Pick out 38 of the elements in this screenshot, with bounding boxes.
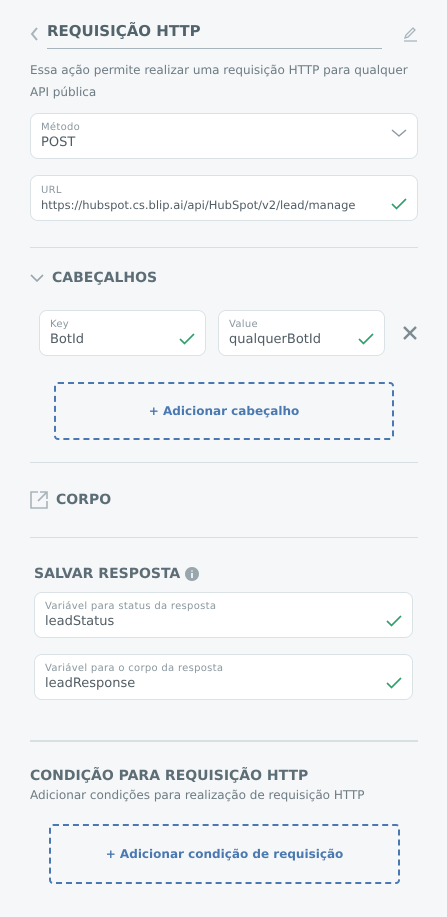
check-icon: [179, 333, 195, 345]
section-title: CABEÇALHOS: [52, 270, 158, 286]
check-icon: [386, 677, 402, 689]
key-field[interactable]: Key BotId: [39, 310, 206, 356]
check-icon: [391, 198, 407, 210]
check-icon: [358, 333, 374, 345]
section-title: CORPO: [56, 492, 112, 508]
field-value: https://hubspot.cs.blip.ai/api/HubSpot/v2/lead/manage: [41, 198, 356, 212]
condition-description: Adicionar condições para realização de requisição HTTP: [30, 787, 366, 804]
field-value: BotId: [50, 332, 86, 347]
info-icon[interactable]: [185, 567, 200, 581]
add-condition-button[interactable]: + Adicionar condição de requisição: [49, 824, 400, 884]
field-label: Key: [50, 319, 70, 330]
pencil-icon[interactable]: [402, 26, 418, 42]
action-title[interactable]: REQUISIÇÃO HTTP: [47, 18, 382, 49]
field-value: leadResponse: [45, 676, 136, 691]
field-label: Variável para o corpo da resposta: [45, 663, 224, 674]
description-text: Essa ação permite realizar uma requisição HTTP para qualquer API pública: [30, 62, 409, 101]
section-title: CONDIÇÃO PARA REQUISIÇÃO HTTP: [30, 768, 310, 784]
value-field[interactable]: Value qualquerBotId: [218, 310, 385, 356]
variable-field[interactable]: Variável para status da resposta leadStatus: [34, 592, 413, 638]
method-select[interactable]: Método POST: [30, 113, 418, 159]
field-value: POST: [41, 135, 76, 150]
field-label: Variável para status da resposta: [45, 601, 218, 612]
field-value: qualquerBotId: [229, 332, 322, 347]
check-icon: [386, 615, 402, 627]
field-label: Método: [41, 122, 82, 133]
chevron-down-icon: [391, 129, 407, 138]
url-field[interactable]: URL https://hubspot.cs.blip.ai/api/HubSpot/v2/lead/manage: [30, 175, 418, 221]
section-title: SALVAR RESPOSTA: [34, 566, 180, 582]
field-value: leadStatus: [45, 614, 116, 629]
external-link-icon[interactable]: [30, 491, 48, 509]
add-header-button[interactable]: + Adicionar cabeçalho: [54, 382, 394, 440]
field-label: Value: [229, 319, 259, 330]
field-label: URL: [41, 185, 63, 196]
back-icon[interactable]: [30, 26, 39, 40]
close-icon[interactable]: [403, 326, 417, 340]
variable-field[interactable]: Variável para o corpo da resposta leadResponse: [34, 654, 413, 700]
